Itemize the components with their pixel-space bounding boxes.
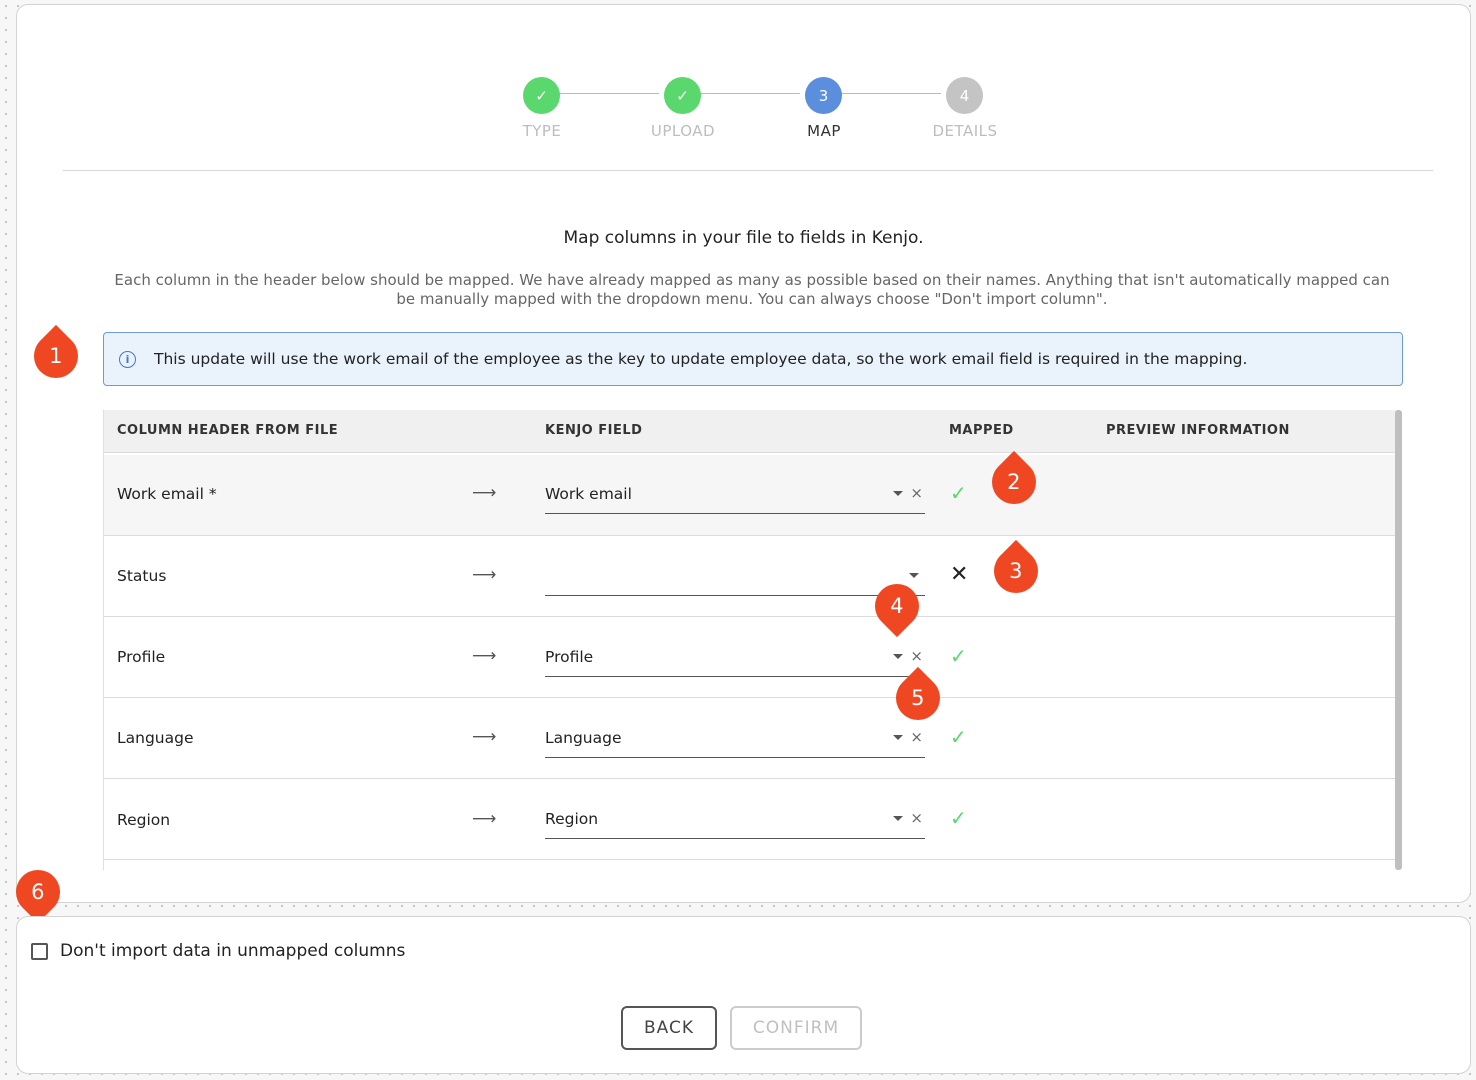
dropdown-caret-icon[interactable] bbox=[909, 573, 919, 578]
kenjo-field-select[interactable]: Language × bbox=[545, 721, 925, 758]
dropdown-caret-icon[interactable] bbox=[893, 735, 903, 740]
annotation-number: 5 bbox=[911, 686, 925, 710]
select-value: Language bbox=[545, 729, 622, 747]
row-column-name: Work email * bbox=[117, 485, 217, 503]
clear-selection-icon[interactable]: × bbox=[910, 647, 923, 665]
annotation-number: 2 bbox=[1007, 470, 1021, 494]
annotation-number: 1 bbox=[49, 344, 63, 368]
kenjo-field-select[interactable] bbox=[545, 559, 925, 596]
header-mapped: MAPPED bbox=[949, 423, 1014, 438]
annotation-number: 6 bbox=[31, 880, 45, 904]
mapped-check-icon: ✓ bbox=[950, 725, 967, 749]
page-heading: Map columns in your file to fields in Ke… bbox=[563, 228, 924, 248]
kenjo-field-select[interactable]: Profile × bbox=[545, 640, 925, 677]
step-label-upload: UPLOAD bbox=[650, 122, 716, 140]
clear-selection-icon[interactable]: × bbox=[910, 728, 923, 746]
table-row: Profile ⟶ Profile × ✓ bbox=[104, 617, 1396, 698]
arrow-right-icon: ⟶ bbox=[472, 565, 497, 585]
header-kenjo-field: KENJO FIELD bbox=[545, 423, 643, 438]
step-label-details: DETAILS bbox=[932, 122, 998, 140]
unmapped-columns-label[interactable]: Don't import data in unmapped columns bbox=[60, 941, 405, 961]
info-banner: i This update will use the work email of… bbox=[103, 332, 1403, 386]
arrow-right-icon: ⟶ bbox=[472, 646, 497, 666]
mapped-check-icon: ✓ bbox=[950, 644, 967, 668]
stepper-connector bbox=[559, 93, 659, 94]
info-icon: i bbox=[119, 350, 136, 368]
step-label-map: MAP bbox=[807, 122, 841, 140]
step-type-check-icon: ✓ bbox=[523, 77, 560, 114]
row-column-name: Profile bbox=[117, 648, 166, 666]
table-row: Region ⟶ Region × ✓ bbox=[104, 779, 1396, 860]
stepper-connector bbox=[841, 93, 941, 94]
dropdown-caret-icon[interactable] bbox=[893, 654, 903, 659]
header-column-from-file: COLUMN HEADER FROM FILE bbox=[117, 423, 339, 438]
annotation-number: 4 bbox=[890, 594, 904, 618]
select-value: Work email bbox=[545, 485, 632, 503]
import-wizard-card: ✓ ✓ 3 4 TYPE UPLOAD MAP DETAILS Map colu… bbox=[16, 4, 1471, 903]
step-details-number: 4 bbox=[946, 77, 983, 114]
footer-card: Don't import data in unmapped columns BA… bbox=[16, 916, 1471, 1074]
info-banner-text: This update will use the work email of t… bbox=[154, 350, 1248, 368]
unmapped-columns-option[interactable]: Don't import data in unmapped columns bbox=[31, 941, 405, 961]
stepper-divider bbox=[63, 170, 1433, 171]
arrow-right-icon: ⟶ bbox=[472, 727, 497, 747]
table-scrollbar[interactable] bbox=[1395, 410, 1402, 870]
stepper-connector bbox=[700, 93, 800, 94]
table-row: Status ⟶ ✕ bbox=[104, 536, 1396, 617]
arrow-right-icon: ⟶ bbox=[472, 809, 497, 829]
row-column-name: Region bbox=[117, 811, 171, 829]
back-button[interactable]: BACK bbox=[621, 1006, 717, 1050]
row-column-name: Status bbox=[117, 567, 167, 585]
unmapped-columns-checkbox[interactable] bbox=[31, 942, 48, 960]
table-row: Work email * ⟶ Work email × ✓ bbox=[104, 455, 1396, 536]
mapped-check-icon: ✓ bbox=[950, 806, 967, 830]
arrow-right-icon: ⟶ bbox=[472, 483, 497, 503]
page-description: Each column in the header below should b… bbox=[114, 271, 1390, 308]
mapped-check-icon: ✓ bbox=[950, 481, 967, 505]
table-row: Language ⟶ Language × ✓ bbox=[104, 698, 1396, 779]
select-value: Region bbox=[545, 810, 599, 828]
clear-selection-icon[interactable]: × bbox=[910, 484, 923, 502]
step-label-type: TYPE bbox=[522, 122, 562, 140]
unmapped-cross-icon: ✕ bbox=[950, 562, 969, 587]
annotation-number: 3 bbox=[1009, 559, 1023, 583]
step-map-number: 3 bbox=[805, 77, 842, 114]
dropdown-caret-icon[interactable] bbox=[893, 491, 903, 496]
clear-selection-icon[interactable]: × bbox=[910, 809, 923, 827]
confirm-button[interactable]: CONFIRM bbox=[730, 1006, 862, 1050]
kenjo-field-select[interactable]: Work email × bbox=[545, 477, 925, 514]
mapping-table: COLUMN HEADER FROM FILE KENJO FIELD MAPP… bbox=[103, 410, 1396, 870]
select-value: Profile bbox=[545, 648, 594, 666]
table-header: COLUMN HEADER FROM FILE KENJO FIELD MAPP… bbox=[104, 410, 1396, 453]
step-upload-check-icon: ✓ bbox=[664, 77, 701, 114]
dropdown-caret-icon[interactable] bbox=[893, 816, 903, 821]
row-column-name: Language bbox=[117, 729, 194, 747]
header-preview-information: PREVIEW INFORMATION bbox=[1106, 423, 1290, 438]
kenjo-field-select[interactable]: Region × bbox=[545, 802, 925, 839]
